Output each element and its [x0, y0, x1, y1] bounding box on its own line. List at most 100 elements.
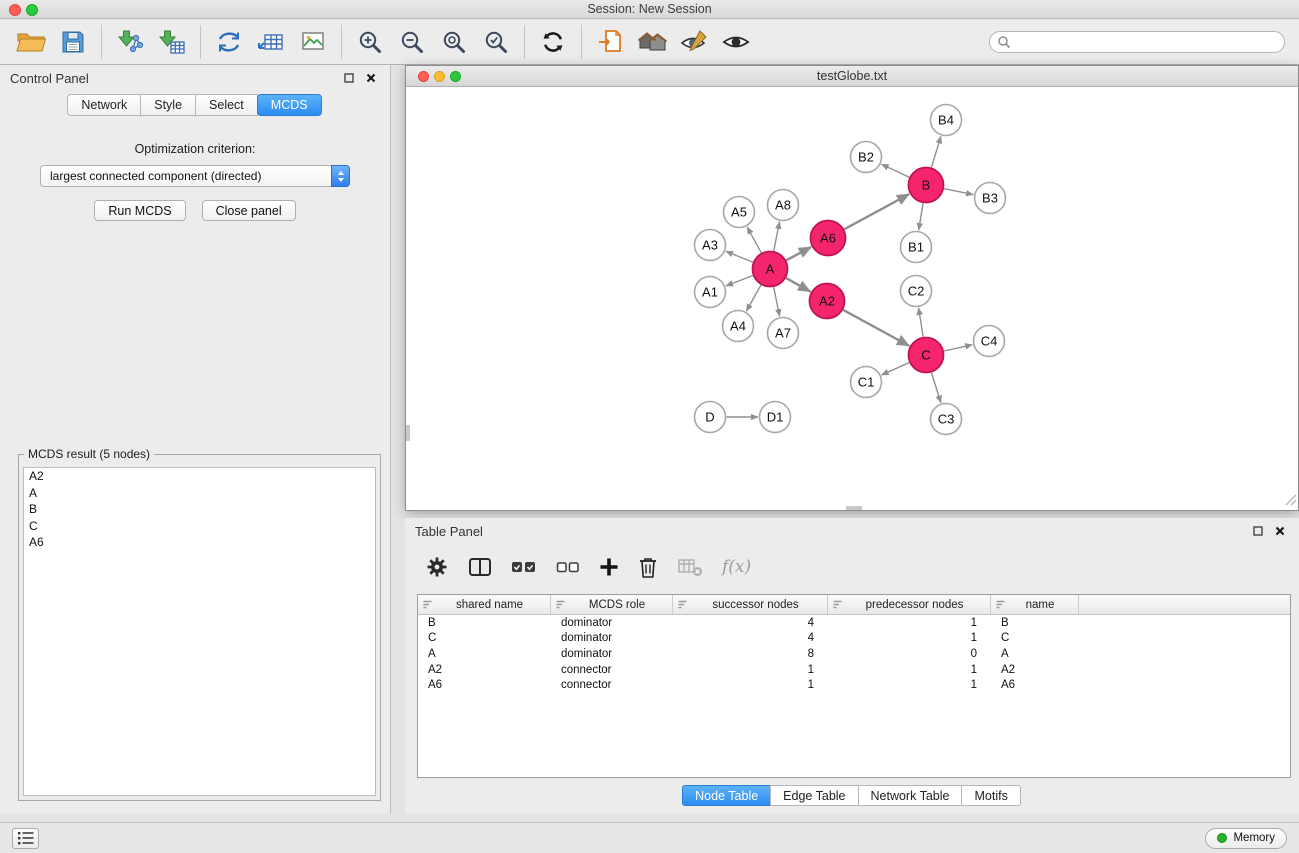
network-canvas[interactable]: AA1A2A3A4A5A6A7A8BB1B2B3B4CC1C2C3C4DD1 [406, 87, 1298, 510]
column-header-successor-nodes[interactable]: successor nodes [673, 595, 828, 614]
mcds-result-item[interactable]: A [24, 485, 375, 502]
edge-A-A7[interactable] [774, 287, 780, 316]
edge-B-B3[interactable] [944, 189, 973, 195]
node-A1[interactable]: A1 [695, 277, 726, 308]
mcds-result-item[interactable]: A6 [24, 534, 375, 551]
table-row[interactable]: Adominator80A [418, 646, 1290, 662]
node-A[interactable]: A [753, 252, 788, 287]
mcds-result-item[interactable]: A2 [24, 468, 375, 485]
deselect-all-button[interactable] [556, 556, 580, 578]
close-panel-button-mcds[interactable]: Close panel [202, 200, 296, 221]
node-C1[interactable]: C1 [851, 367, 882, 398]
column-header-shared-name[interactable]: shared name [418, 595, 551, 614]
delete-table-button[interactable] [677, 556, 703, 578]
node-A6[interactable]: A6 [811, 221, 846, 256]
select-all-button[interactable] [511, 556, 537, 578]
mcds-result-item[interactable]: C [24, 518, 375, 535]
edge-B-B1[interactable] [919, 203, 923, 230]
tab-select[interactable]: Select [195, 94, 258, 116]
zoom-fit-button[interactable] [433, 23, 475, 61]
save-session-button[interactable] [52, 23, 94, 61]
node-C[interactable]: C [909, 338, 944, 373]
edge-B-B2[interactable] [881, 164, 909, 177]
new-table-button[interactable] [250, 23, 292, 61]
node-B[interactable]: B [909, 168, 944, 203]
annotation-mode-button[interactable] [673, 23, 715, 61]
float-table-panel-button[interactable] [1249, 522, 1267, 540]
tab-mcds[interactable]: MCDS [257, 94, 322, 116]
close-window-button[interactable] [9, 4, 21, 16]
edge-A2-C[interactable] [843, 310, 909, 346]
edge-A6-B[interactable] [844, 194, 909, 229]
resize-grip-icon[interactable] [1285, 494, 1297, 509]
horizontal-scroll-thumb[interactable] [846, 506, 862, 510]
edge-C-C3[interactable] [932, 373, 941, 403]
node-A8[interactable]: A8 [768, 190, 799, 221]
node-C3[interactable]: C3 [931, 404, 962, 435]
edge-B-B4[interactable] [931, 136, 941, 167]
edge-C-C2[interactable] [919, 308, 924, 337]
home-button[interactable] [631, 23, 673, 61]
function-builder-button[interactable]: f(x) [722, 557, 751, 577]
node-A2[interactable]: A2 [810, 284, 845, 319]
close-table-panel-button[interactable] [1271, 522, 1289, 540]
tab-edge-table[interactable]: Edge Table [770, 785, 858, 806]
node-A3[interactable]: A3 [695, 230, 726, 261]
tab-network-table[interactable]: Network Table [858, 785, 963, 806]
node-D1[interactable]: D1 [760, 402, 791, 433]
import-table-button[interactable] [151, 23, 193, 61]
open-session-button[interactable] [10, 23, 52, 61]
column-header-name[interactable]: name [991, 595, 1079, 614]
node-D[interactable]: D [695, 402, 726, 433]
tab-motifs[interactable]: Motifs [961, 785, 1020, 806]
tab-style[interactable]: Style [140, 94, 196, 116]
zoom-window-button[interactable] [26, 4, 38, 16]
table-row[interactable]: A2connector11A2 [418, 662, 1290, 678]
new-network-button[interactable] [208, 23, 250, 61]
optimization-criterion-select[interactable]: largest connected component (directed) [40, 165, 350, 187]
float-panel-button[interactable] [340, 69, 358, 87]
zoom-out-button[interactable] [391, 23, 433, 61]
zoom-selected-button[interactable] [475, 23, 517, 61]
apply-layout-button[interactable] [532, 23, 574, 61]
tab-network[interactable]: Network [67, 94, 141, 116]
edge-A-A3[interactable] [726, 251, 753, 262]
session-report-button[interactable] [589, 23, 631, 61]
mcds-result-item[interactable]: B [24, 501, 375, 518]
edge-C-C1[interactable] [882, 363, 910, 375]
show-panels-menu-button[interactable] [12, 828, 39, 849]
network-minimize-button[interactable] [434, 71, 445, 82]
node-B2[interactable]: B2 [851, 142, 882, 173]
search-input[interactable] [989, 31, 1285, 53]
node-C4[interactable]: C4 [974, 326, 1005, 357]
edge-A-A5[interactable] [747, 227, 761, 253]
node-A7[interactable]: A7 [768, 318, 799, 349]
show-graphics-details-button[interactable] [715, 23, 757, 61]
network-close-button[interactable] [418, 71, 429, 82]
edge-A-A4[interactable] [746, 285, 761, 311]
delete-columns-button[interactable] [638, 556, 658, 579]
create-column-button[interactable] [599, 557, 619, 577]
zoom-in-button[interactable] [349, 23, 391, 61]
table-row[interactable]: Bdominator41B [418, 615, 1290, 631]
tab-node-table[interactable]: Node Table [682, 785, 771, 806]
memory-button[interactable]: Memory [1205, 828, 1287, 849]
edge-A-A2[interactable] [786, 278, 810, 292]
table-settings-button[interactable] [425, 555, 449, 579]
edge-A-A8[interactable] [774, 222, 780, 251]
node-A4[interactable]: A4 [723, 311, 754, 342]
mcds-result-list[interactable]: A2ABCA6 [23, 467, 376, 796]
table-row[interactable]: A6connector11A6 [418, 677, 1290, 693]
vertical-scroll-thumb[interactable] [406, 425, 410, 441]
node-B4[interactable]: B4 [931, 105, 962, 136]
network-window-titlebar[interactable]: testGlobe.txt [406, 66, 1298, 87]
edge-C-C4[interactable] [944, 345, 972, 351]
export-image-button[interactable] [292, 23, 334, 61]
network-graph[interactable]: AA1A2A3A4A5A6A7A8BB1B2B3B4CC1C2C3C4DD1 [406, 87, 1298, 510]
node-B3[interactable]: B3 [975, 183, 1006, 214]
edge-A-A1[interactable] [726, 276, 753, 286]
node-B1[interactable]: B1 [901, 232, 932, 263]
import-network-button[interactable] [109, 23, 151, 61]
table-row[interactable]: Cdominator41C [418, 631, 1290, 647]
close-panel-button[interactable] [362, 69, 380, 87]
